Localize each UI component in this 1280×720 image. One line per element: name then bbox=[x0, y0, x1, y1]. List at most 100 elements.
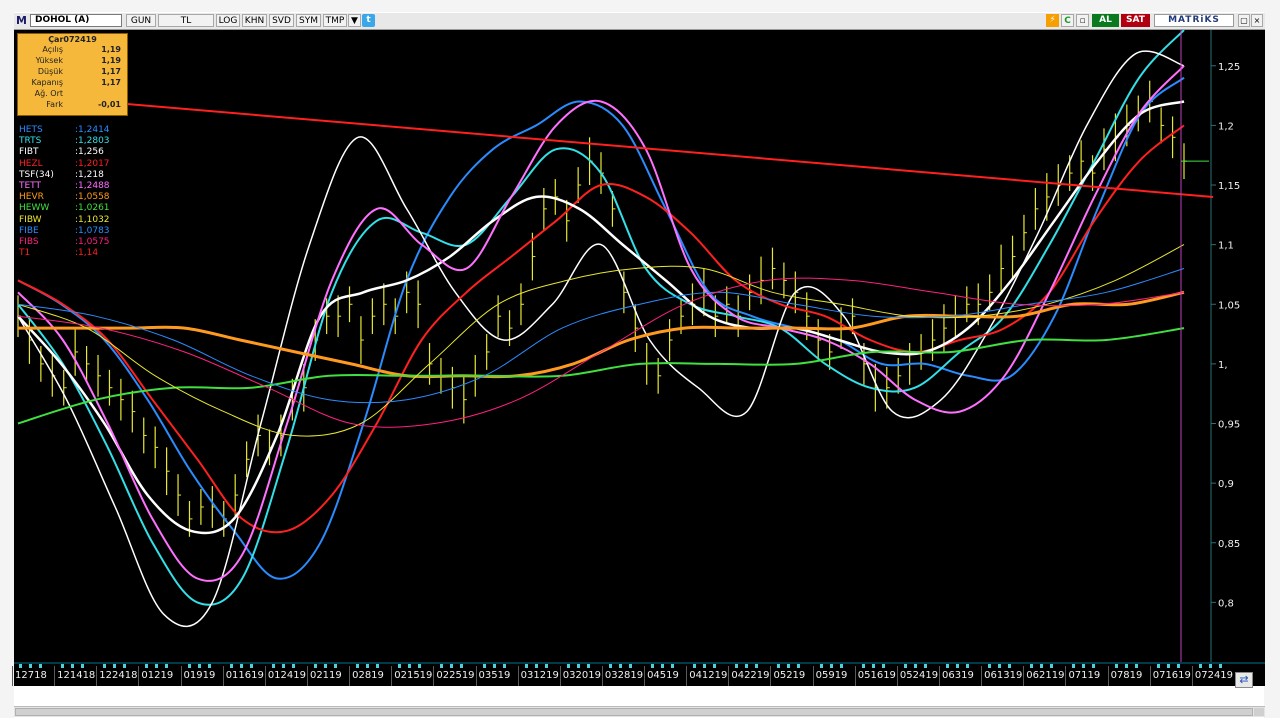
x-tick-label: 021519 bbox=[394, 670, 433, 681]
scrollbar-thumb[interactable] bbox=[15, 708, 1253, 716]
x-tick-label: 032819 bbox=[604, 670, 644, 681]
x-tick-mark bbox=[113, 664, 117, 668]
x-tick-mark bbox=[281, 664, 285, 668]
x-tick-separator bbox=[138, 666, 140, 686]
legend-name: TETT bbox=[19, 180, 42, 191]
x-tick-mark bbox=[313, 664, 317, 668]
x-tick-mark bbox=[323, 664, 327, 668]
x-tick-mark bbox=[839, 664, 843, 668]
x-tick-mark bbox=[271, 664, 275, 668]
x-tick-mark bbox=[81, 664, 85, 668]
info-label: Kapanış bbox=[31, 78, 63, 87]
info-row-open: Açılış 1,19 bbox=[18, 44, 127, 55]
refresh-icon[interactable]: C bbox=[1061, 14, 1074, 27]
tmp-button[interactable]: TMP bbox=[323, 14, 347, 27]
settings-icon[interactable]: ▫ bbox=[1076, 14, 1089, 27]
matriks-logo: M bbox=[16, 14, 27, 27]
log-button[interactable]: LOG bbox=[216, 14, 240, 27]
x-tick-mark bbox=[1176, 664, 1180, 668]
x-tick-separator bbox=[1191, 666, 1193, 686]
x-tick-mark bbox=[881, 664, 885, 668]
symbol-field[interactable]: DOHOL (A) bbox=[30, 14, 122, 27]
x-tick-mark bbox=[291, 664, 295, 668]
x-tick-separator bbox=[812, 666, 814, 686]
x-tick-mark bbox=[229, 664, 233, 668]
twitter-icon[interactable]: t bbox=[362, 14, 375, 27]
legend-value: :1,218 bbox=[75, 169, 104, 180]
legend-value: :1,0783 bbox=[75, 225, 110, 236]
horizontal-scrollbar[interactable] bbox=[14, 706, 1265, 717]
x-tick-separator bbox=[559, 666, 561, 686]
x-tick-separator bbox=[180, 666, 182, 686]
x-tick-mark bbox=[923, 664, 927, 668]
price-chart[interactable]: 1,25 1,2 1,15 1,1 1,05 1, 0,95 0,9 0,85 0,8 bbox=[14, 30, 1265, 662]
brand-logo: MATRiKS bbox=[1154, 14, 1234, 27]
x-tick-mark bbox=[1124, 664, 1128, 668]
x-tick-mark bbox=[1166, 664, 1170, 668]
x-tick-mark bbox=[576, 664, 580, 668]
legend-value: :1,1032 bbox=[75, 214, 110, 225]
x-tick-mark bbox=[713, 664, 717, 668]
legend-name: FIBW bbox=[19, 214, 42, 225]
x-tick-separator bbox=[939, 666, 941, 686]
x-tick-mark bbox=[861, 664, 865, 668]
maximize-icon[interactable]: ▢ bbox=[1238, 14, 1250, 27]
x-tick-mark bbox=[703, 664, 707, 668]
x-tick-mark bbox=[1092, 664, 1096, 668]
x-tick-separator bbox=[391, 666, 393, 686]
x-tick-label: 032019 bbox=[562, 670, 601, 681]
scrollbar-right-arrow[interactable] bbox=[1254, 708, 1264, 716]
series-line-fibe bbox=[17, 268, 1185, 404]
x-tick-label: 062119 bbox=[1026, 670, 1065, 681]
x-tick-mark bbox=[418, 664, 422, 668]
x-tick-mark bbox=[913, 664, 917, 668]
period-button[interactable]: GUN bbox=[126, 14, 156, 27]
x-tick-mark bbox=[1218, 664, 1222, 668]
x-tick-mark bbox=[123, 664, 127, 668]
x-tick-mark bbox=[333, 664, 337, 668]
x-tick-label: 05919 bbox=[815, 670, 848, 681]
info-value: 1,19 bbox=[101, 56, 121, 65]
lightning-icon[interactable]: ⚡ bbox=[1046, 14, 1059, 27]
x-tick-mark bbox=[628, 664, 632, 668]
x-tick-label: 022519 bbox=[436, 670, 475, 681]
x-tick-mark bbox=[1008, 664, 1012, 668]
x-tick-mark bbox=[524, 664, 528, 668]
x-tick-mark bbox=[544, 664, 548, 668]
dropdown-icon[interactable]: ▼ bbox=[348, 14, 361, 27]
x-tick-mark bbox=[482, 664, 486, 668]
info-row-diff: Fark -0,01 bbox=[18, 99, 127, 110]
x-tick-separator bbox=[1149, 666, 1151, 686]
x-tick-separator bbox=[264, 666, 266, 686]
x-tick-mark bbox=[966, 664, 970, 668]
x-tick-label: 05219 bbox=[773, 670, 806, 681]
series-line-fibt bbox=[17, 50, 1185, 628]
svd-button[interactable]: SVD bbox=[269, 14, 294, 27]
x-tick-mark bbox=[19, 664, 22, 668]
x-tick-separator bbox=[686, 666, 688, 686]
x-tick-separator bbox=[728, 666, 730, 686]
khn-button[interactable]: KHN bbox=[242, 14, 267, 27]
x-tick-label: 03519 bbox=[478, 670, 511, 681]
x-tick-mark bbox=[777, 664, 781, 668]
info-value: -0,01 bbox=[97, 100, 121, 109]
x-axis-line bbox=[14, 662, 1265, 664]
x-tick-separator bbox=[349, 666, 351, 686]
ohlc-info-box: Çar072419 Açılış 1,19 Yüksek 1,19 Düşük 1,1… bbox=[17, 33, 128, 116]
legend-name: HEWW bbox=[19, 203, 50, 214]
buy-button[interactable]: AL bbox=[1092, 14, 1119, 27]
x-tick-mark bbox=[71, 664, 75, 668]
sync-icon[interactable]: ⇄ bbox=[1235, 672, 1253, 688]
currency-button[interactable]: TL bbox=[158, 14, 214, 27]
close-icon[interactable]: × bbox=[1251, 14, 1263, 27]
x-tick-mark bbox=[534, 664, 538, 668]
x-tick-mark bbox=[1050, 664, 1054, 668]
legend-name: TSF(34) bbox=[19, 169, 54, 180]
x-tick-mark bbox=[1030, 664, 1034, 668]
x-tick-label: 06319 bbox=[942, 670, 974, 681]
sym-button[interactable]: SYM bbox=[296, 14, 321, 27]
x-tick-mark bbox=[145, 664, 149, 668]
sell-button[interactable]: SAT bbox=[1121, 14, 1150, 27]
window-frame-right bbox=[1264, 12, 1280, 718]
legend-name: HETS bbox=[19, 125, 43, 135]
